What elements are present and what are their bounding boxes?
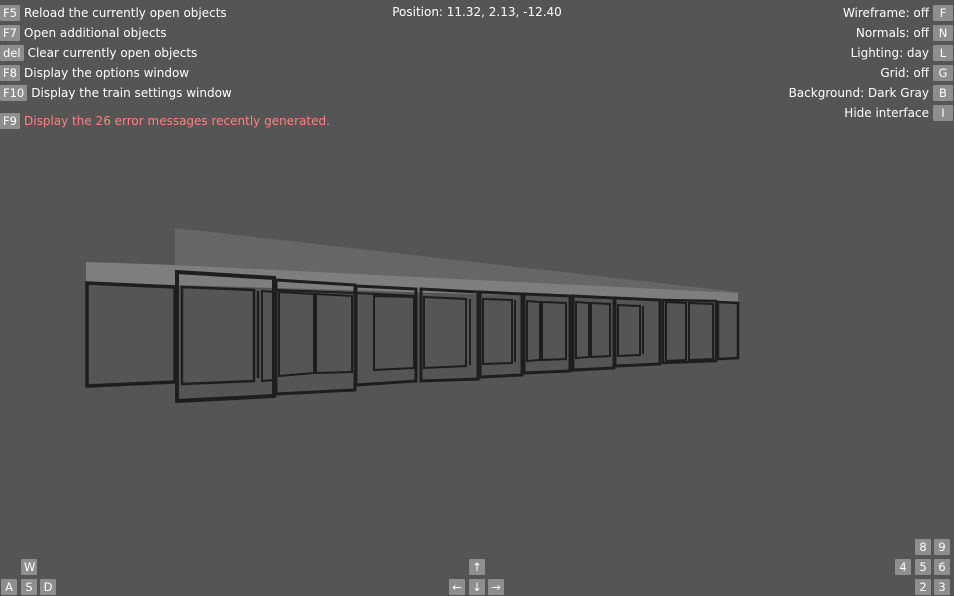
- toggle-lighting[interactable]: Lighting: day L: [851, 43, 953, 61]
- numpad-6[interactable]: 6: [934, 559, 950, 575]
- toggle-label: Hide interface: [844, 105, 929, 120]
- toggle-label: Wireframe: off: [842, 5, 929, 20]
- key-a[interactable]: A: [1, 579, 17, 595]
- toggle-label: Grid: off: [880, 65, 929, 80]
- toggle-wireframe[interactable]: Wireframe: off F: [843, 3, 953, 21]
- numpad-9[interactable]: 9: [934, 539, 950, 555]
- numpad-8[interactable]: 8: [915, 539, 931, 555]
- menu-label: Open additional objects: [24, 25, 167, 40]
- key-f8[interactable]: F8: [0, 64, 20, 81]
- key-w[interactable]: W: [21, 559, 37, 575]
- key-i[interactable]: I: [933, 104, 953, 121]
- numpad-2[interactable]: 2: [915, 579, 931, 595]
- key-n[interactable]: N: [933, 24, 953, 41]
- key-f10[interactable]: F10: [0, 84, 28, 101]
- key-l[interactable]: L: [933, 44, 953, 61]
- toggle-label: Background: Dark Gray: [788, 85, 929, 100]
- key-g[interactable]: G: [933, 64, 953, 81]
- arrow-up-icon[interactable]: ↑: [469, 559, 485, 575]
- key-d[interactable]: D: [40, 579, 56, 595]
- key-del[interactable]: del: [0, 44, 24, 61]
- menu-label: Clear currently open objects: [27, 45, 198, 60]
- menu-item-clear[interactable]: del Clear currently open objects: [0, 43, 197, 61]
- menu-item-train-settings[interactable]: F10 Display the train settings window: [0, 83, 232, 101]
- toggle-background[interactable]: Background: Dark Gray B: [789, 83, 953, 101]
- arrow-right-icon[interactable]: →: [488, 579, 504, 595]
- arrow-down-icon[interactable]: ↓: [469, 579, 485, 595]
- numpad-3[interactable]: 3: [934, 579, 950, 595]
- menu-item-options[interactable]: F8 Display the options window: [0, 63, 189, 81]
- toggle-normals[interactable]: Normals: off N: [856, 23, 953, 41]
- menu-item-error-messages[interactable]: F9 Display the 26 error messages recently…: [0, 111, 330, 129]
- menu-label: Display the train settings window: [31, 85, 232, 100]
- key-b[interactable]: B: [933, 84, 953, 101]
- error-message-label: Display the 26 error messages recently g…: [24, 113, 330, 128]
- toggle-hide-interface[interactable]: Hide interface I: [844, 103, 953, 121]
- menu-label: Reload the currently open objects: [24, 5, 227, 20]
- key-s[interactable]: S: [21, 579, 37, 595]
- menu-item-reload[interactable]: F5 Reload the currently open objects: [0, 3, 227, 21]
- toggle-grid[interactable]: Grid: off G: [880, 63, 953, 81]
- arrow-left-icon[interactable]: ←: [449, 579, 465, 595]
- numpad-5[interactable]: 5: [915, 559, 931, 575]
- key-f[interactable]: F: [933, 4, 953, 21]
- key-f7[interactable]: F7: [0, 24, 20, 41]
- menu-label: Display the options window: [24, 65, 190, 80]
- menu-item-open-additional[interactable]: F7 Open additional objects: [0, 23, 167, 41]
- key-f9[interactable]: F9: [0, 112, 20, 129]
- numpad-4[interactable]: 4: [895, 559, 911, 575]
- toggle-label: Normals: off: [855, 25, 929, 40]
- toggle-label: Lighting: day: [850, 45, 929, 60]
- key-f5[interactable]: F5: [0, 4, 20, 21]
